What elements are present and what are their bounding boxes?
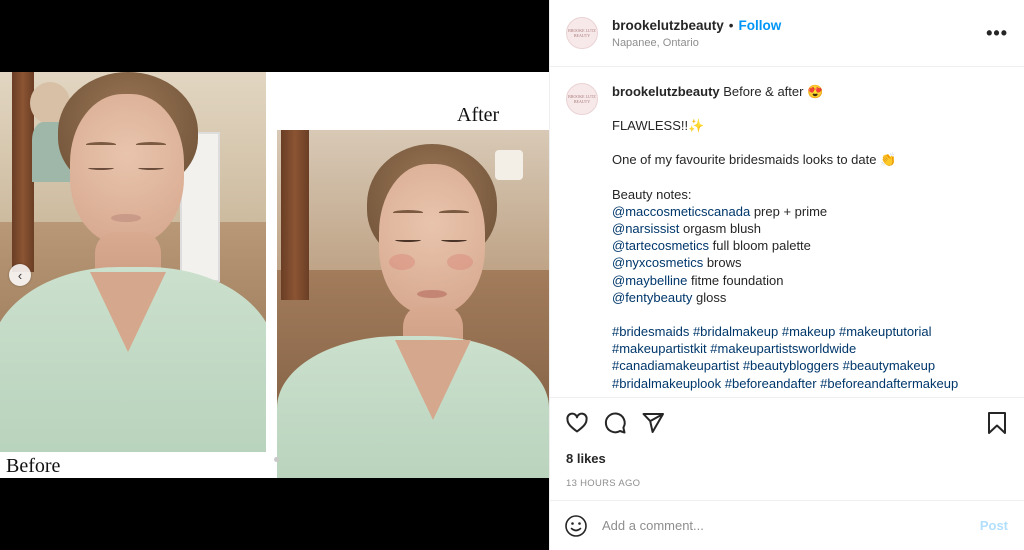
header-meta: brookelutzbeauty • Follow Napanee, Ontar…: [612, 18, 986, 49]
beauty-note-text: full bloom palette: [709, 238, 811, 254]
mention-link[interactable]: @narsissist: [612, 221, 679, 236]
carousel-indicator-dot: [274, 457, 279, 462]
mention-link[interactable]: @fentybeauty: [612, 290, 692, 305]
hashtag-link[interactable]: #makeupartistkit: [612, 341, 707, 356]
comment-icon[interactable]: [602, 410, 628, 436]
beauty-note-text: fitme foundation: [687, 272, 784, 288]
actions-section: 8 likes 13 HOURS AGO: [550, 397, 1024, 489]
beauty-notes-list: @maccosmeticscanada prep + prime @narsiss…: [612, 203, 1008, 306]
mention-link[interactable]: @tartecosmetics: [612, 238, 709, 253]
emoji-smiley-icon[interactable]: [564, 514, 588, 538]
follow-button[interactable]: Follow: [739, 18, 782, 33]
beauty-note-text: orgasm blush: [679, 221, 762, 237]
hashtag-link[interactable]: #makeuptutorial: [839, 324, 932, 339]
comment-bar: Post: [550, 500, 1024, 550]
hashtag-line: #bridesmaids #bridalmakeup #makeup #make…: [612, 323, 1008, 340]
caption-row: BROOKE LUTZ BEAUTY brookelutzbeauty Befo…: [566, 83, 1008, 392]
after-label: After: [457, 104, 500, 126]
caption-area: BROOKE LUTZ BEAUTY brookelutzbeauty Befo…: [550, 67, 1024, 397]
instagram-post: Before After ‹ BROOKE LUTZ BEAUTY brooke…: [0, 0, 1024, 550]
before-label: Before: [6, 455, 61, 477]
beauty-note-row: @nyxcosmetics brows: [612, 254, 1008, 271]
hashtag-link[interactable]: #makeupartistsworldwide: [710, 341, 856, 356]
beauty-note-text: brows: [703, 255, 742, 271]
mention-link[interactable]: @maccosmeticscanada: [612, 204, 750, 219]
caption-avatar[interactable]: BROOKE LUTZ BEAUTY: [566, 83, 598, 115]
beauty-note-text: gloss: [692, 289, 727, 305]
beauty-note-row: @fentybeauty gloss: [612, 289, 1008, 306]
header-separator: •: [728, 17, 734, 33]
hashtag-link[interactable]: #makeup: [782, 324, 835, 339]
avatar-logo-text: BROOKE LUTZ BEAUTY: [568, 28, 596, 38]
post-header: BROOKE LUTZ BEAUTY brookelutzbeauty • Fo…: [550, 0, 1024, 67]
caption-title: Before & after: [723, 84, 804, 99]
after-photo: [277, 130, 549, 478]
hashtag-link[interactable]: #bridalmakeup: [693, 324, 778, 339]
header-username[interactable]: brookelutzbeauty: [612, 18, 724, 33]
hashtag-line: #bridalmakeuplook #beforeandafter #befor…: [612, 375, 1008, 392]
caption-flawless: FLAWLESS!!: [612, 118, 689, 134]
beauty-note-row: @tartecosmetics full bloom palette: [612, 237, 1008, 254]
hashtag-line: #canadiamakeupartist #beautybloggers #be…: [612, 357, 1008, 374]
heart-eyes-emoji-icon: 😍: [807, 84, 824, 99]
more-options-icon[interactable]: •••: [986, 23, 1008, 44]
beauty-note-row: @narsissist orgasm blush: [612, 220, 1008, 237]
hashtag-link[interactable]: #beforeandaftermakeup: [820, 376, 958, 391]
clapping-hands-emoji-icon: 👏: [880, 152, 897, 168]
beauty-note-row: @maybelline fitme foundation: [612, 272, 1008, 289]
avatar[interactable]: BROOKE LUTZ BEAUTY: [566, 17, 598, 49]
before-after-collage: Before After: [0, 72, 549, 478]
likes-count[interactable]: 8 likes: [566, 451, 1010, 466]
post-timestamp[interactable]: 13 HOURS AGO: [566, 478, 1010, 489]
heart-icon[interactable]: [564, 410, 590, 436]
hashtags-block: #bridesmaids #bridalmakeup #makeup #make…: [612, 323, 1008, 392]
caption-favourite: One of my favourite bridesmaids looks to…: [612, 152, 877, 168]
post-details-panel: BROOKE LUTZ BEAUTY brookelutzbeauty • Fo…: [549, 0, 1024, 550]
action-icons-row: [564, 410, 1010, 436]
mention-link[interactable]: @maybelline: [612, 273, 687, 288]
hashtag-link[interactable]: #beautymakeup: [843, 358, 936, 373]
sparkles-emoji-icon: ✨: [688, 118, 705, 134]
avatar-logo-text: BROOKE LUTZ BEAUTY: [568, 94, 596, 104]
comment-input[interactable]: [602, 518, 980, 533]
post-comment-button[interactable]: Post: [980, 518, 1008, 533]
caption-beauty-notes: Beauty notes:: [612, 186, 692, 202]
hashtag-line: #makeupartistkit #makeupartistsworldwide: [612, 340, 1008, 357]
beauty-note-row: @maccosmeticscanada prep + prime: [612, 203, 1008, 220]
carousel-prev-button[interactable]: ‹: [9, 264, 31, 286]
share-icon[interactable]: [640, 410, 666, 436]
mention-link[interactable]: @nyxcosmetics: [612, 255, 703, 270]
hashtag-link[interactable]: #beautybloggers: [743, 358, 839, 373]
post-media[interactable]: Before After ‹: [0, 0, 549, 550]
bookmark-icon[interactable]: [984, 410, 1010, 436]
chevron-left-icon: ‹: [17, 267, 23, 283]
hashtag-link[interactable]: #bridesmaids: [612, 324, 689, 339]
caption-username[interactable]: brookelutzbeauty: [612, 84, 720, 99]
location-link[interactable]: Napanee, Ontario: [612, 37, 986, 49]
beauty-note-text: prep + prime: [750, 203, 828, 219]
hashtag-link[interactable]: #beforeandafter: [725, 376, 817, 391]
hashtag-link[interactable]: #bridalmakeuplook: [612, 376, 721, 391]
hashtag-link[interactable]: #canadiamakeupartist: [612, 358, 739, 373]
before-photo: [0, 72, 266, 452]
caption-body: brookelutzbeauty Before & after 😍 FLAWLE…: [612, 83, 1008, 392]
